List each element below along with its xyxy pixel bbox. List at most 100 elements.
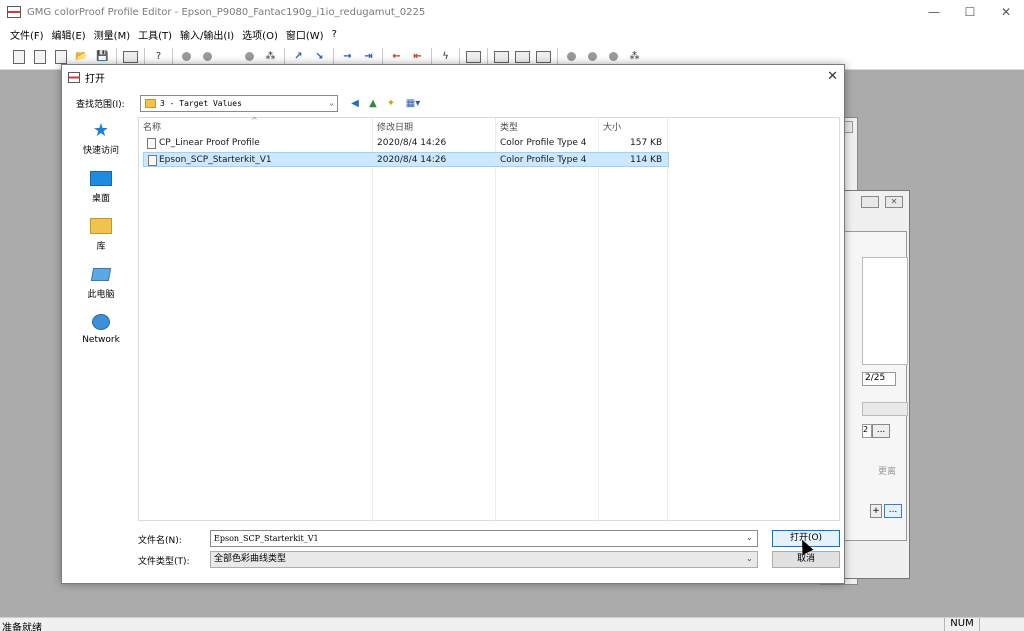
app-title: GMG colorProof Profile Editor - Epson_P9… [27,6,426,18]
num-lock-indicator: NUM [944,618,980,631]
close-button[interactable]: ✕ [988,0,1024,24]
file-name-input[interactable]: Epson_SCP_Starterkit_V1 [210,530,758,547]
report-icon[interactable] [515,49,531,65]
back-icon[interactable]: ◀ [348,96,362,110]
disabled-circle-icon[interactable] [200,49,216,65]
file-row[interactable]: CP_Linear Proof Profile 2020/8/4 14:26 C… [143,136,669,151]
status-text: 准备就绪 [2,623,42,631]
edit-doc-icon[interactable] [53,49,69,65]
column-divider[interactable] [667,118,668,522]
toolbar-separator [459,47,460,66]
places-bar: ★ 快速访问 桌面 库 此电脑 Network [70,117,132,521]
minimize-button[interactable]: — [916,0,952,24]
file-name-label: 文件名(N): [138,536,182,546]
file-type-select[interactable]: 全部色彩曲线类型 [210,551,758,568]
background-ellipsis-button-2[interactable]: ... [884,504,902,518]
pencil-icon[interactable] [536,49,552,65]
dialog-app-icon [68,71,80,83]
save-icon[interactable]: 💾 [95,49,111,65]
file-name: CP_Linear Proof Profile [159,138,260,148]
column-divider[interactable] [495,118,496,522]
column-header-size[interactable]: 大小 [603,120,621,133]
file-type: Color Profile Type 4 [500,155,587,165]
disabled-circle-icon[interactable] [242,49,258,65]
background-list[interactable] [862,257,908,365]
menu-help[interactable]: ? [328,29,341,40]
profile-file-icon [148,155,157,166]
up-folder-icon[interactable]: ▲ [366,96,380,110]
lightning-icon[interactable]: ϟ [438,49,454,65]
sort-ascending-icon: ^ [251,116,258,125]
menu-edit[interactable]: 编辑(E) [48,27,90,42]
view-menu-icon[interactable]: ▦▾ [402,96,424,110]
menu-io[interactable]: 输入/输出(I) [176,27,238,42]
maximize-button[interactable]: ☐ [952,0,988,24]
place-libraries[interactable]: 库 [70,217,132,252]
toolbar-separator [333,47,334,66]
menu-options[interactable]: 选项(O) [238,27,282,42]
export-arrow-icon[interactable]: ⇥ [361,49,377,65]
new-profile-icon[interactable] [32,49,48,65]
app-icon [7,6,21,18]
new-doc-icon[interactable] [11,49,27,65]
column-divider[interactable] [372,118,373,522]
background-small-field[interactable]: 2 [862,424,872,438]
close-icon[interactable]: ✕ [885,196,903,208]
file-size: 114 KB [630,155,663,165]
toolbar-separator [431,47,432,66]
file-modified: 2020/8/4 14:26 [377,138,447,148]
background-dialog-panel: 2/25 2 ... 更离 + ... [843,231,908,541]
menu-window[interactable]: 窗口(W) [282,27,328,42]
place-network[interactable]: Network [70,313,132,345]
menu-tools[interactable]: 工具(T) [134,27,176,42]
file-list[interactable]: ^ 名称 修改日期 类型 大小 CP_Linear Proof Profile … [138,116,840,522]
column-header-name[interactable]: 名称 [143,120,161,133]
menu-file[interactable]: 文件(F) [6,27,48,42]
file-row-selected[interactable]: Epson_SCP_Starterkit_V1 2020/8/4 14:26 C… [143,152,669,167]
app-title-bar: GMG colorProof Profile Editor - Epson_P9… [0,0,1024,24]
measure-icon[interactable] [123,49,139,65]
column-divider[interactable] [598,118,599,522]
menu-measure[interactable]: 测量(M) [90,27,134,42]
restore-icon[interactable] [861,196,879,208]
toolbar-separator [557,47,558,66]
curve-down-icon[interactable]: ↘ [312,49,328,65]
help-bulb-icon[interactable]: ? [151,49,167,65]
place-label: Network [82,335,120,345]
file-size: 157 KB [630,138,663,148]
curve-up-icon[interactable]: ↗ [291,49,307,65]
dialog-title-bar: 打开 ✕ [62,65,844,89]
desktop-icon [90,169,112,187]
place-label: 此电脑 [87,290,115,300]
place-this-pc[interactable]: 此电脑 [70,265,132,300]
file-modified: 2020/8/4 14:26 [377,155,447,165]
disabled-circle-icon[interactable] [606,49,622,65]
cancel-button[interactable]: 取消 [772,551,840,568]
import-arrow-icon[interactable]: → [340,49,356,65]
open-folder-icon[interactable]: 📂 [74,49,90,65]
column-header-modified[interactable]: 修改日期 [377,120,413,133]
table-icon[interactable] [466,49,482,65]
look-in-dropdown[interactable]: 3 - Target Values ⌄ [140,95,338,112]
star-icon: ★ [92,119,110,141]
back-arrow-icon[interactable]: ← [389,49,405,65]
molecule-icon[interactable]: ⁂ [627,49,643,65]
back-doc-icon[interactable]: ⇤ [410,49,426,65]
toolbar-separator [284,47,285,66]
background-disabled-field [862,402,908,416]
computer-icon [90,265,112,283]
place-quick-access[interactable]: ★ 快速访问 [70,119,132,157]
column-header-type[interactable]: 类型 [500,120,518,133]
disabled-circle-icon[interactable] [179,49,195,65]
background-plus-button[interactable]: + [870,504,882,518]
chart-icon[interactable] [494,49,510,65]
background-ellipsis-button[interactable]: ... [872,424,890,438]
background-value-field[interactable]: 2/25 [862,372,896,386]
molecule-icon[interactable]: ⁂ [263,49,279,65]
file-name: Epson_SCP_Starterkit_V1 [159,155,272,165]
dialog-close-icon[interactable]: ✕ [827,69,838,84]
disabled-circle-icon[interactable] [564,49,580,65]
new-folder-icon[interactable]: ✦ [384,96,398,110]
place-desktop[interactable]: 桌面 [70,169,132,204]
disabled-circle-icon[interactable] [585,49,601,65]
